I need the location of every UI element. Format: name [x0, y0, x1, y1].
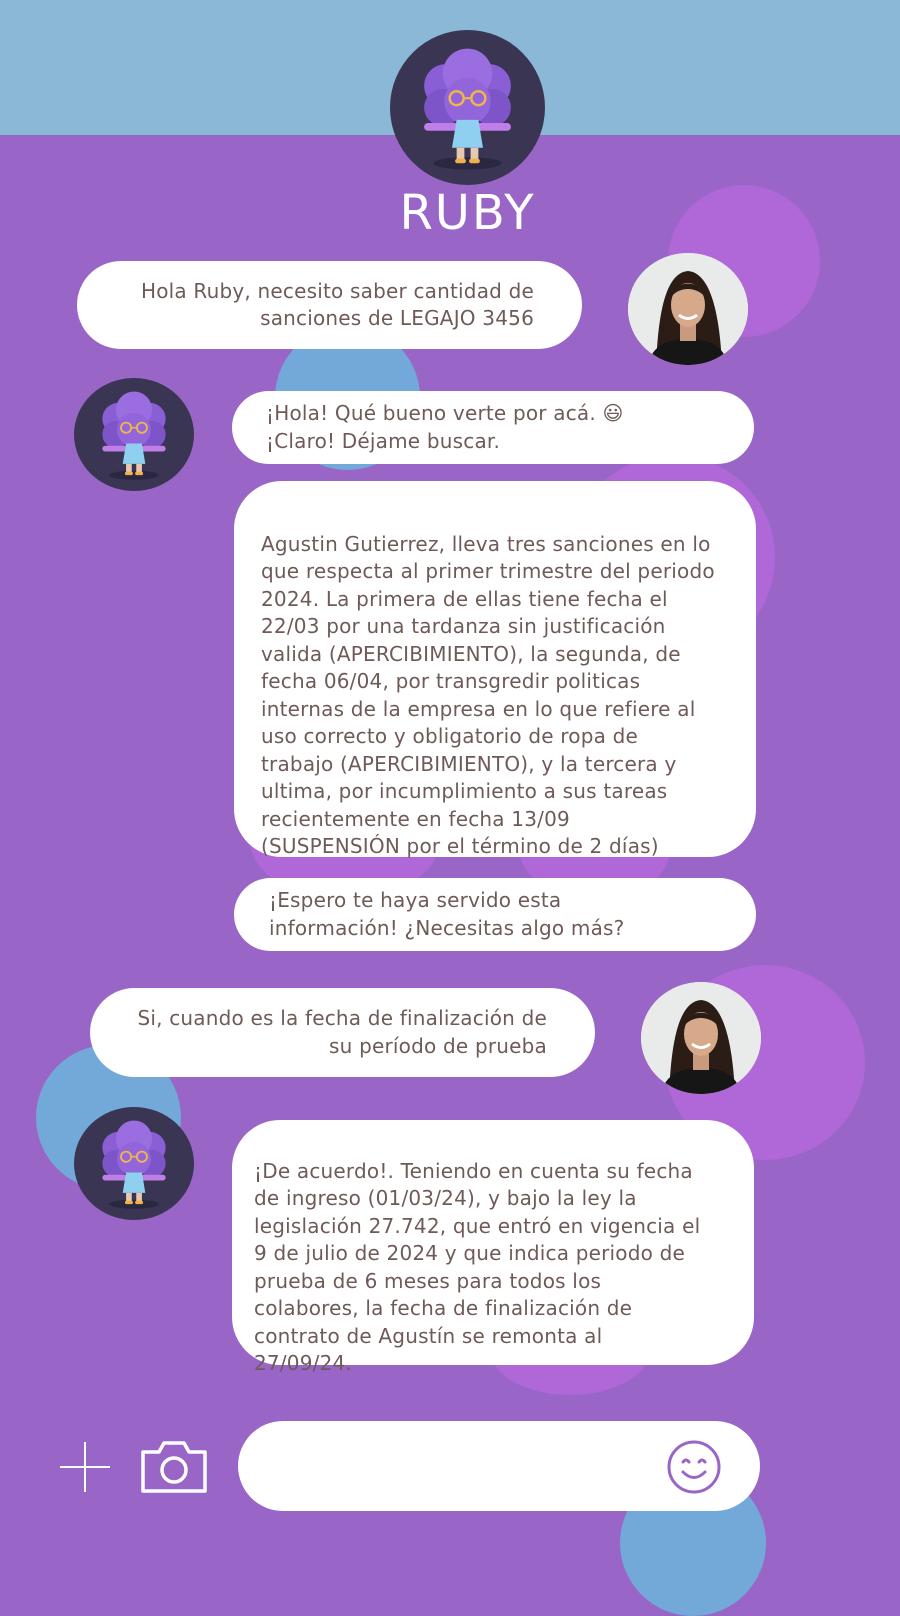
message-text: Si, cuando es la fecha de finalización d…	[137, 1006, 547, 1058]
ruby-character-icon	[102, 1120, 166, 1209]
message-input-box[interactable]	[238, 1421, 760, 1511]
plus-icon[interactable]	[58, 1440, 112, 1494]
user-avatar	[641, 982, 761, 1094]
message-text: Hola Ruby, necesito saber cantidad de sa…	[140, 278, 534, 331]
message-text: ¡Espero te haya servido esta información…	[269, 888, 625, 940]
user-message: Si, cuando es la fecha de finalización d…	[90, 988, 595, 1077]
user-photo-icon	[628, 253, 748, 365]
bot-message: Agustin Gutierrez, lleva tres sanciones …	[234, 481, 756, 859]
bot-message: ¡De acuerdo!. Teniendo en cuenta su fech…	[232, 1120, 754, 1375]
user-avatar	[628, 253, 748, 365]
bot-message: ¡Hola! Qué bueno verte por acá. 😃 ¡Claro…	[232, 391, 754, 464]
message-text: ¡Hola! Qué bueno verte por acá. 😃 ¡Claro…	[266, 401, 624, 453]
ruby-character-icon	[424, 48, 511, 170]
user-photo-icon	[641, 982, 761, 1094]
ruby-character-icon	[102, 391, 166, 480]
page-title: RUBY	[399, 185, 536, 241]
user-message: Hola Ruby, necesito saber cantidad de sa…	[77, 261, 582, 349]
message-text: ¡De acuerdo!. Teniendo en cuenta su fech…	[254, 1158, 701, 1376]
message-input[interactable]	[278, 1453, 652, 1479]
bot-message: ¡Espero te haya servido esta información…	[234, 878, 756, 951]
ruby-avatar	[74, 378, 194, 491]
camera-icon[interactable]	[140, 1440, 208, 1494]
smiley-icon[interactable]	[666, 1439, 722, 1495]
ruby-header-avatar	[390, 30, 545, 185]
ruby-avatar	[74, 1107, 194, 1220]
message-text: Agustin Gutierrez, lleva tres sanciones …	[261, 531, 715, 859]
